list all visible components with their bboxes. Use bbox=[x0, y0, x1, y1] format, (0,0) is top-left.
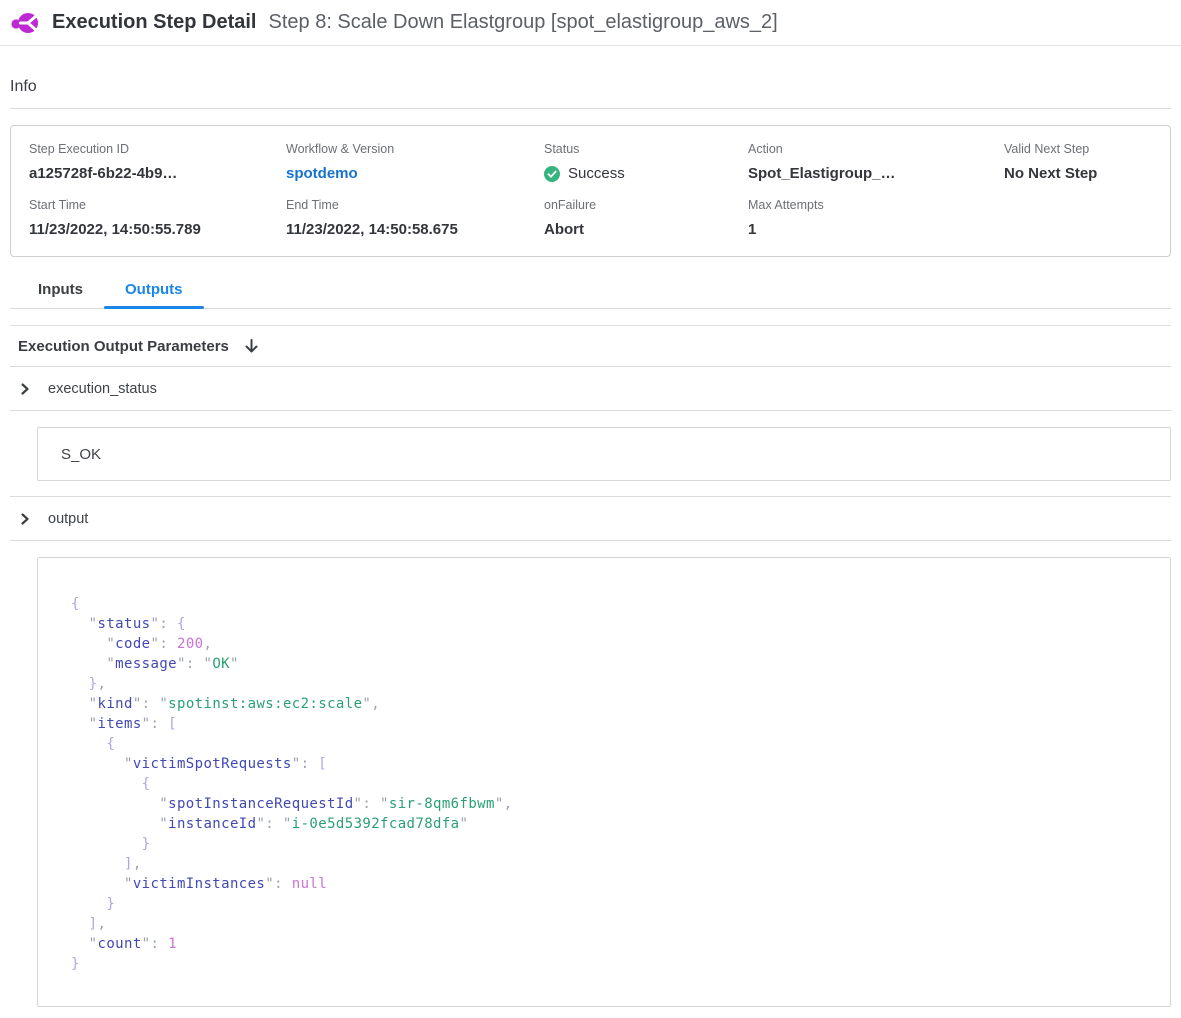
field-action: Action Spot_Elastigroup_… bbox=[748, 126, 1004, 182]
workflow-link[interactable]: spotdemo bbox=[286, 165, 544, 182]
page-subtitle: Step 8: Scale Down Elastgroup [spot_elas… bbox=[269, 11, 778, 34]
brand-logo-icon bbox=[10, 9, 40, 37]
field-max-attempts: Max Attempts 1 bbox=[748, 182, 1004, 238]
field-label: onFailure bbox=[544, 198, 748, 212]
field-start-time: Start Time 11/23/2022, 14:50:55.789 bbox=[29, 182, 286, 238]
field-valid-next-step: Valid Next Step No Next Step bbox=[1004, 126, 1152, 182]
check-circle-icon bbox=[544, 166, 560, 182]
field-value: 11/23/2022, 14:50:55.789 bbox=[29, 221, 286, 238]
field-label: End Time bbox=[286, 198, 544, 212]
section-output[interactable]: output bbox=[10, 497, 1171, 541]
empty-cell bbox=[1004, 182, 1152, 238]
status-badge: Success bbox=[568, 165, 625, 182]
field-value: Spot_Elastigroup_… bbox=[748, 165, 1004, 182]
output-json-box: { "status": { "code": 200, "message": "O… bbox=[37, 557, 1171, 1007]
tab-inputs[interactable]: Inputs bbox=[17, 273, 104, 308]
field-label: Action bbox=[748, 142, 1004, 156]
inputs-outputs-tabs: Inputs Outputs bbox=[10, 273, 1171, 309]
field-label: Step Execution ID bbox=[29, 142, 286, 156]
field-value: 11/23/2022, 14:50:58.675 bbox=[286, 221, 544, 238]
chevron-right-icon[interactable] bbox=[18, 382, 32, 396]
field-label: Workflow & Version bbox=[286, 142, 544, 156]
execution-status-value-box: S_OK bbox=[37, 427, 1171, 481]
info-section-heading: Info bbox=[10, 78, 1171, 109]
tab-outputs[interactable]: Outputs bbox=[104, 273, 204, 308]
field-value: 1 bbox=[748, 221, 1004, 238]
section-execution-status[interactable]: execution_status bbox=[10, 367, 1171, 411]
execution-output-parameters-row: Execution Output Parameters bbox=[10, 325, 1171, 367]
execution-status-value: S_OK bbox=[61, 446, 101, 463]
section-execution-status-label: execution_status bbox=[48, 381, 157, 397]
field-value: Abort bbox=[544, 221, 748, 238]
chevron-right-icon[interactable] bbox=[18, 512, 32, 526]
field-label: Start Time bbox=[29, 198, 286, 212]
field-status: Status Success bbox=[544, 126, 748, 182]
section-output-label: output bbox=[48, 511, 88, 527]
field-step-execution-id: Step Execution ID a125728f-6b22-4b9… bbox=[29, 126, 286, 182]
field-label: Valid Next Step bbox=[1004, 142, 1152, 156]
output-json-code: { "status": { "code": 200, "message": "O… bbox=[71, 594, 1150, 974]
field-label: Max Attempts bbox=[748, 198, 1004, 212]
field-on-failure: onFailure Abort bbox=[544, 182, 748, 238]
page-title: Execution Step Detail bbox=[52, 11, 257, 34]
info-card: Step Execution ID a125728f-6b22-4b9… Wor… bbox=[10, 125, 1171, 257]
field-label: Status bbox=[544, 142, 748, 156]
field-value: a125728f-6b22-4b9… bbox=[29, 165, 286, 182]
download-arrow-icon[interactable] bbox=[243, 338, 260, 355]
field-end-time: End Time 11/23/2022, 14:50:58.675 bbox=[286, 182, 544, 238]
field-value: No Next Step bbox=[1004, 165, 1152, 182]
page-header: Execution Step Detail Step 8: Scale Down… bbox=[0, 0, 1181, 46]
field-workflow-version: Workflow & Version spotdemo bbox=[286, 126, 544, 182]
execution-output-parameters-heading: Execution Output Parameters bbox=[18, 338, 229, 355]
